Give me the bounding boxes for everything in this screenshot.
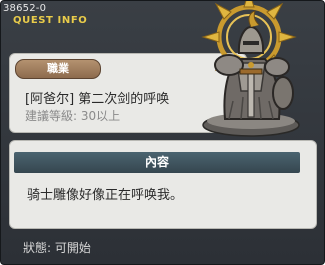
quest-info-window: 38652-0 QUEST INFO 職業 [阿爸尔] 第二次剑的呼唤 建議等級… — [0, 0, 325, 265]
quest-title: [阿爸尔] 第二次剑的呼唤 — [25, 92, 170, 107]
recommended-level: 建議等級: 30以上 — [25, 109, 121, 123]
window-title: QUEST INFO — [13, 15, 88, 26]
job-badge: 職業 — [15, 59, 101, 79]
knight-statue-icon — [201, 1, 300, 137]
quest-id: 38652-0 — [3, 3, 47, 14]
quest-status: 狀態: 可開始 — [23, 241, 91, 255]
content-header: 內容 — [14, 152, 300, 173]
content-text: 骑士雕像好像正在呼唤我。 — [27, 188, 184, 203]
